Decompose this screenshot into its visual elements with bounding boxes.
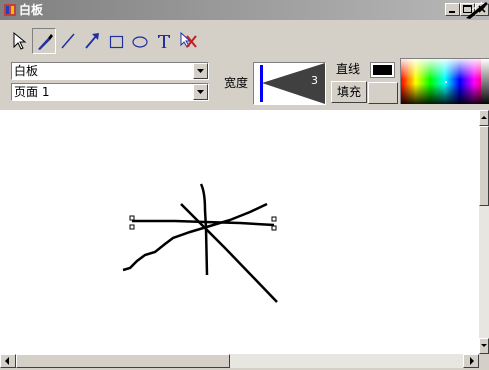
current-color-well[interactable] (368, 60, 398, 82)
ellipse-icon (132, 36, 148, 48)
tool-select[interactable] (8, 28, 32, 54)
text-icon (158, 35, 170, 48)
mouse-cursor-icon (466, 1, 488, 19)
whiteboard-canvas[interactable] (0, 110, 479, 354)
title-bar: 白板 (0, 0, 489, 20)
horizontal-scrollbar[interactable] (0, 354, 479, 368)
chevron-right-icon (470, 357, 474, 365)
window-title: 白板 (19, 3, 44, 17)
page-select-value: 页面 1 (14, 85, 50, 99)
tool-pen[interactable] (32, 28, 56, 54)
selection-handle (129, 224, 135, 230)
chevron-up-icon (481, 116, 487, 119)
stroke-curve (122, 202, 268, 272)
width-slider-thumb (260, 65, 263, 102)
tool-arrow-line[interactable] (80, 28, 104, 54)
arrow-line-icon (85, 33, 99, 49)
scroll-down-button[interactable] (479, 338, 489, 354)
board-select[interactable]: 白板 (11, 62, 209, 80)
chevron-down-icon (197, 69, 204, 73)
page-select[interactable]: 页面 1 (11, 83, 209, 101)
width-value: 3 (311, 74, 318, 87)
rectangle-icon (109, 35, 124, 49)
fill-button[interactable]: 填充 (331, 81, 367, 103)
vertical-scroll-thumb[interactable] (479, 126, 489, 206)
chevron-down-icon (481, 344, 487, 347)
tool-text[interactable] (152, 28, 176, 54)
chevron-left-icon (5, 357, 9, 365)
pen-icon (38, 34, 53, 50)
select-arrow-icon (13, 31, 27, 50)
vertical-scrollbar[interactable] (479, 110, 489, 354)
chevron-down-icon (197, 90, 204, 94)
tool-rectangle[interactable] (104, 28, 128, 54)
tool-ellipse[interactable] (128, 28, 152, 54)
current-color-swatch (370, 62, 395, 78)
app-icon (4, 4, 16, 16)
drawing-strokes (122, 183, 278, 303)
scroll-up-button[interactable] (479, 110, 489, 126)
line-label: 直线 (336, 62, 361, 76)
selection-handle (271, 225, 277, 231)
page-select-dropdown-button[interactable] (193, 84, 208, 100)
selection-handle (271, 216, 277, 222)
width-slider[interactable]: 3 (253, 62, 326, 105)
selection-handle (129, 215, 135, 221)
brightness-strip[interactable] (481, 59, 489, 104)
fill-color-button[interactable] (368, 82, 398, 104)
board-select-value: 白板 (14, 64, 39, 78)
board-select-dropdown-button[interactable] (193, 63, 208, 79)
tool-delete[interactable] (176, 28, 200, 54)
color-picker-marker (445, 81, 447, 83)
color-palette[interactable] (400, 58, 489, 104)
scrollbar-corner (479, 354, 489, 368)
scroll-right-button[interactable] (463, 354, 479, 368)
stroke-diagonal (180, 203, 278, 303)
width-label: 宽度 (224, 76, 249, 90)
delete-icon (180, 31, 197, 48)
horizontal-scroll-thumb[interactable] (16, 354, 230, 368)
scroll-left-button[interactable] (0, 354, 16, 368)
tool-line[interactable] (56, 28, 80, 54)
line-icon (61, 33, 75, 49)
